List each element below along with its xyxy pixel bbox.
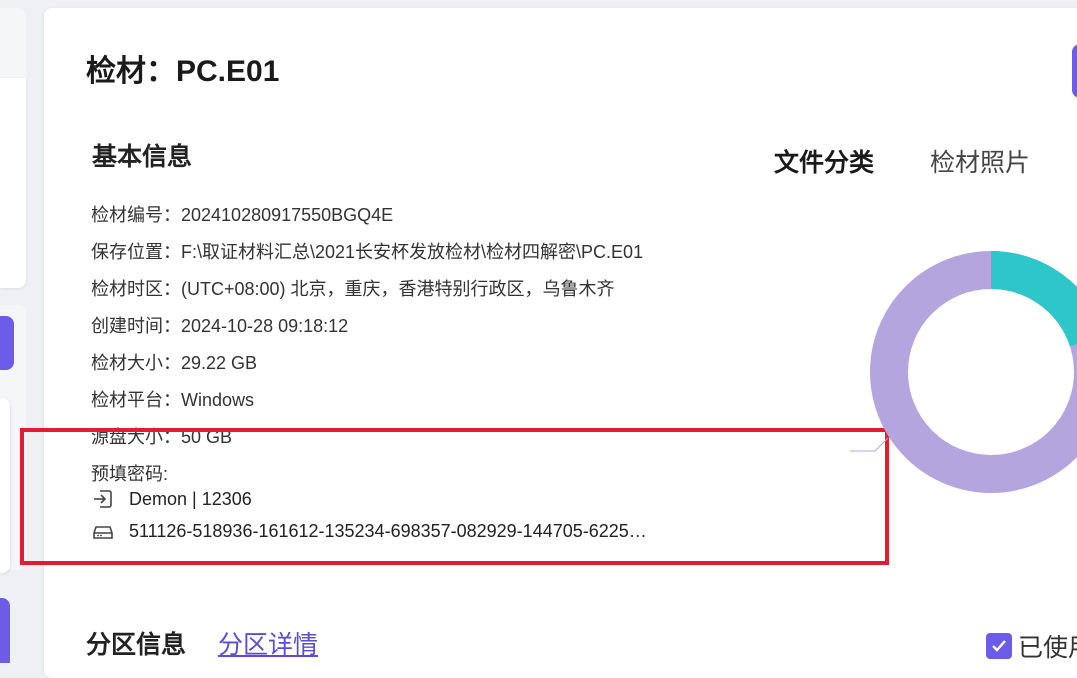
info-row-save-location: 保存位置：F:\取证材料汇总\2021长安杯发放检材\检材四解密\PC.E01 <box>91 238 643 264</box>
info-row-timezone: 检材时区：(UTC+08:00) 北京，重庆，香港特别行政区，乌鲁木齐 <box>91 275 615 301</box>
info-label: 检材编号： <box>91 205 181 225</box>
donut-label-leader <box>850 437 889 452</box>
info-label: 保存位置： <box>91 242 181 262</box>
info-value: (UTC+08:00) 北京，重庆，香港特别行政区，乌鲁木齐 <box>181 279 615 299</box>
info-row-evidence-id: 检材编号：202410280917550BGQ4E <box>91 201 393 227</box>
file-classification-donut <box>850 251 1077 493</box>
page-title: 检材：PC.E01 <box>86 55 280 88</box>
tab-evidence-photos[interactable]: 检材照片 <box>930 143 1030 179</box>
info-label: 检材大小： <box>91 353 181 373</box>
info-row-created-time: 创建时间：2024-10-28 09:18:12 <box>91 312 348 338</box>
check-icon <box>992 640 1006 652</box>
used-checkbox[interactable] <box>986 633 1012 659</box>
info-value: 2024-10-28 09:18:12 <box>181 316 349 336</box>
info-value: Windows <box>181 390 255 410</box>
info-row-platform: 检材平台：Windows <box>91 386 254 412</box>
info-row-evidence-size: 检材大小：29.22 GB <box>91 349 257 375</box>
sidebar-action-button[interactable] <box>0 316 14 370</box>
tab-file-classification[interactable]: 文件分类 <box>774 143 874 179</box>
used-legend-toggle[interactable]: 已使用 <box>986 628 1077 664</box>
sidebar-panel-top <box>0 8 26 78</box>
sidebar-card[interactable] <box>0 398 10 573</box>
sidebar-panel-list <box>0 78 26 288</box>
sidebar-action-button-bottom[interactable] <box>0 598 10 663</box>
info-label: 检材时区： <box>91 279 181 299</box>
info-value: 202410280917550BGQ4E <box>181 205 394 225</box>
partition-details-link[interactable]: 分区详情 <box>218 625 318 661</box>
donut-secondary-segment <box>990 251 1077 347</box>
used-label: 已使用 <box>1018 634 1077 662</box>
info-value: 29.22 GB <box>181 353 258 373</box>
partition-info-heading: 分区信息 <box>86 631 187 659</box>
basic-info-heading: 基本信息 <box>92 143 193 171</box>
info-value: F:\取证材料汇总\2021长安杯发放检材\检材四解密\PC.E01 <box>181 242 644 262</box>
annotation-highlight-box <box>20 428 889 565</box>
info-label: 检材平台： <box>91 390 181 410</box>
info-label: 创建时间： <box>91 316 181 336</box>
top-right-action-button[interactable] <box>1072 44 1077 98</box>
